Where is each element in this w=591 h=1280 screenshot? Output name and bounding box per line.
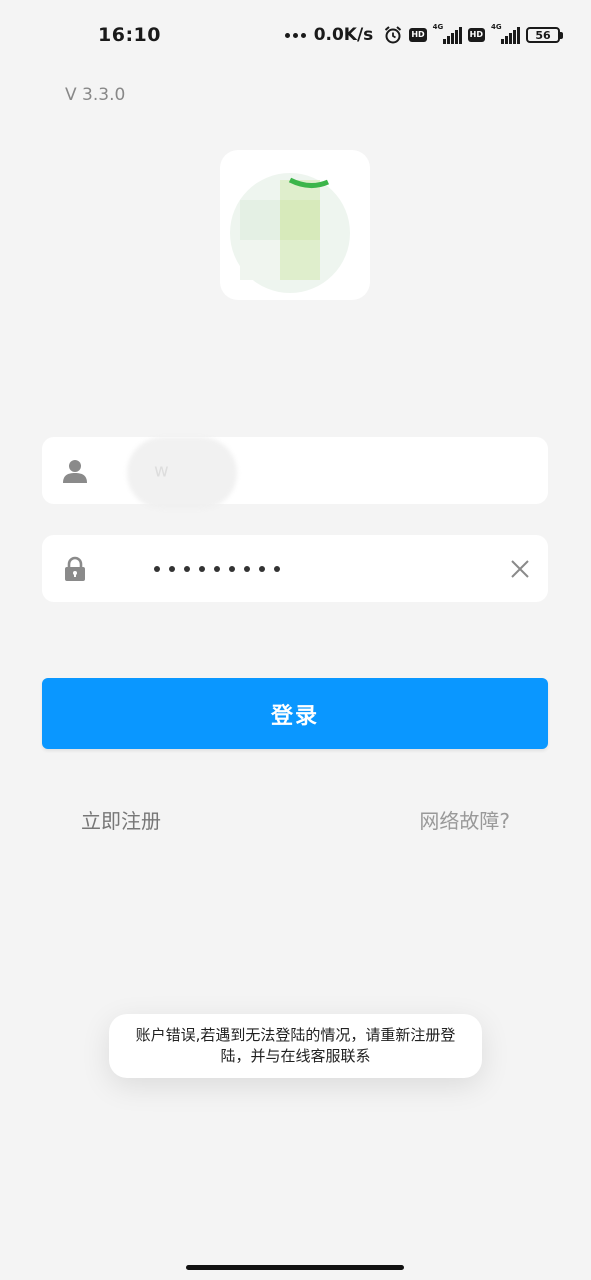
password-dot bbox=[259, 565, 265, 572]
signal-icon: 4G bbox=[432, 23, 462, 44]
error-toast: 账户错误,若遇到无法登陆的情况，请重新注册登陆，并与在线客服联系 bbox=[109, 1014, 482, 1078]
close-icon[interactable] bbox=[508, 557, 532, 581]
register-link[interactable]: 立即注册 bbox=[81, 805, 161, 834]
network-type-label: 4G bbox=[432, 23, 444, 31]
app-logo bbox=[220, 150, 370, 300]
network-issue-link[interactable]: 网络故障? bbox=[419, 805, 510, 834]
logo-icon bbox=[230, 173, 350, 293]
more-notifications-icon bbox=[284, 32, 306, 38]
status-icons: 0.0K/s HD 4G HD 4G 56 bbox=[284, 22, 563, 48]
password-field[interactable] bbox=[42, 535, 548, 602]
password-dot bbox=[199, 565, 205, 572]
battery-icon: 56 bbox=[526, 27, 563, 43]
home-indicator[interactable] bbox=[186, 1265, 404, 1270]
redaction-overlay bbox=[127, 437, 237, 509]
password-dot bbox=[229, 565, 235, 572]
lock-icon bbox=[65, 556, 85, 581]
toast-message: 账户错误,若遇到无法登陆的情况，请重新注册登陆，并与在线客服联系 bbox=[135, 1026, 456, 1065]
app-version: V 3.3.0 bbox=[65, 85, 126, 105]
alarm-icon bbox=[385, 26, 402, 44]
password-dot bbox=[214, 565, 220, 572]
username-field[interactable]: w bbox=[42, 437, 548, 509]
status-bar: 16:10 0.0K/s HD 4G HD 4G 56 bbox=[0, 0, 591, 70]
password-dot bbox=[169, 565, 175, 572]
hd-icon-2: HD bbox=[467, 28, 485, 42]
battery-level: 56 bbox=[526, 27, 560, 43]
network-type-label-2: 4G bbox=[491, 23, 502, 31]
password-dot bbox=[184, 565, 190, 572]
login-button[interactable]: 登录 bbox=[42, 678, 548, 749]
password-dot bbox=[274, 565, 280, 572]
status-time: 16:10 bbox=[98, 24, 161, 46]
signal-icon-2: 4G bbox=[491, 23, 520, 44]
login-screen: 16:10 0.0K/s HD 4G HD 4G 56 V 3.3.0 登录 立… bbox=[0, 0, 591, 1280]
network-speed: 0.0K/s bbox=[313, 25, 374, 45]
hd-icon: HD bbox=[409, 28, 427, 42]
password-input[interactable] bbox=[154, 565, 280, 572]
password-dot bbox=[244, 565, 250, 572]
password-dot bbox=[154, 565, 160, 572]
user-icon bbox=[63, 459, 87, 483]
